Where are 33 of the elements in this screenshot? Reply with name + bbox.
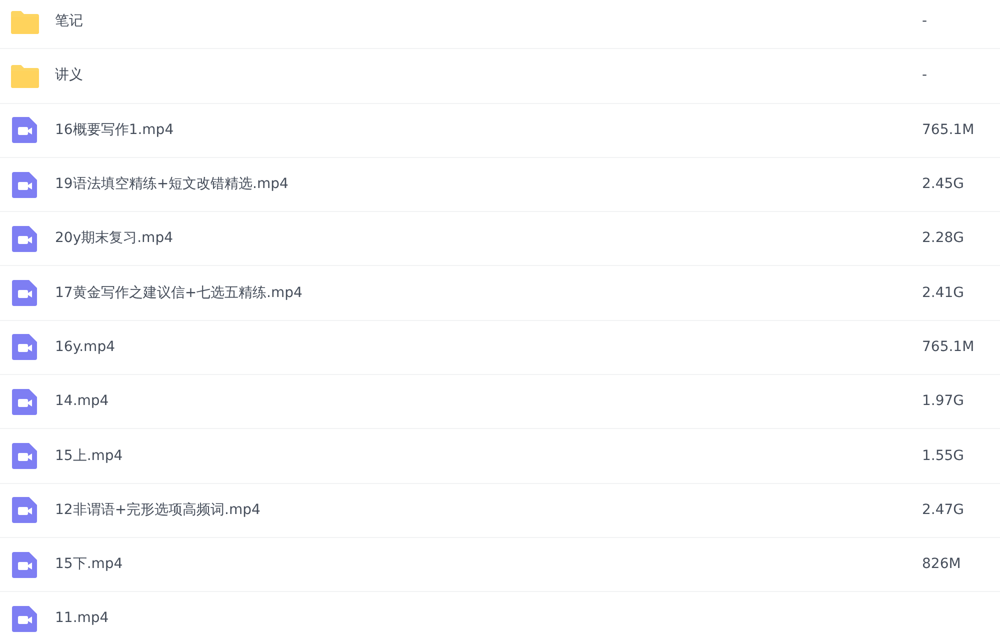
video-file-icon bbox=[10, 441, 40, 472]
file-size: 2.28G bbox=[922, 229, 966, 248]
file-name[interactable]: 笔记 bbox=[55, 11, 922, 32]
file-name[interactable]: 20y期末复习.mp4 bbox=[55, 228, 922, 250]
video-file-icon bbox=[10, 386, 40, 417]
file-name[interactable]: 12非谓语+完形选项高频词.mp4 bbox=[55, 500, 922, 521]
video-file-icon bbox=[10, 495, 40, 526]
file-name[interactable]: 17黄金写作之建议信+七选五精练.mp4 bbox=[55, 282, 922, 304]
video-file-icon bbox=[10, 550, 40, 580]
file-size: 2.41G bbox=[922, 284, 966, 303]
file-size: 2.47G bbox=[922, 500, 966, 520]
video-file-icon bbox=[10, 278, 40, 308]
file-name[interactable]: 讲义 bbox=[55, 65, 922, 86]
file-size: 765.1M bbox=[922, 338, 976, 357]
video-file-icon bbox=[10, 115, 40, 146]
file-size: 826M bbox=[922, 555, 962, 574]
video-file-icon bbox=[10, 170, 40, 200]
file-size: 1.97G bbox=[922, 392, 966, 412]
file-name[interactable]: 19语法填空精练+短文改错精选.mp4 bbox=[55, 174, 922, 196]
file-size: - bbox=[922, 66, 928, 86]
file-name[interactable]: 14.mp4 bbox=[55, 391, 922, 412]
video-file-icon bbox=[10, 332, 40, 362]
file-name[interactable]: 15下.mp4 bbox=[55, 554, 922, 576]
video-file-icon bbox=[10, 224, 40, 254]
file-size: - bbox=[922, 12, 928, 32]
file-size: 1.55G bbox=[922, 446, 966, 466]
file-size: 2.45G bbox=[922, 175, 966, 194]
file-name[interactable]: 16概要写作1.mp4 bbox=[55, 120, 922, 141]
video-file-icon bbox=[10, 604, 40, 634]
file-name[interactable]: 15上.mp4 bbox=[55, 446, 922, 467]
file-name[interactable]: 16y.mp4 bbox=[55, 336, 922, 358]
file-name[interactable]: 11.mp4 bbox=[55, 608, 922, 630]
file-size: 765.1M bbox=[922, 120, 976, 140]
